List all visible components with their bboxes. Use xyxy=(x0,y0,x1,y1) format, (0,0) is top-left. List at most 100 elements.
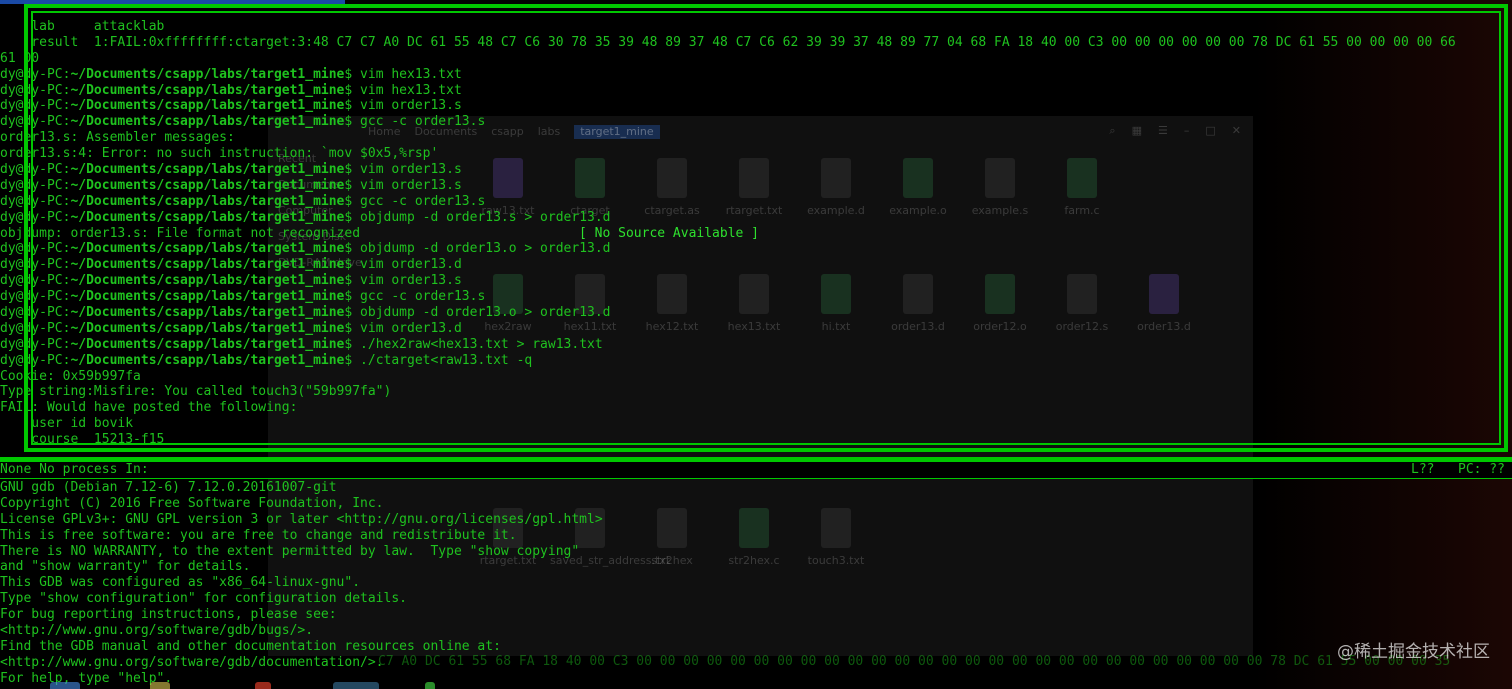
terminal-line: 61 00 xyxy=(0,50,40,66)
terminal-line: lab attacklab xyxy=(0,19,165,34)
gdb-output-line: Copyright (C) 2016 Free Software Foundat… xyxy=(0,495,384,511)
prompt-path: ~/Documents/csapp/labs/target1_mine xyxy=(70,336,345,352)
terminal-line: dy@dy-PC:~/Documents/csapp/labs/target1_… xyxy=(0,98,1512,114)
prompt-host: dy@dy-PC: xyxy=(0,193,71,209)
prompt-host: dy@dy-PC: xyxy=(0,98,71,114)
terminal-line: order13.s:4: Error: no such instruction:… xyxy=(0,146,439,162)
prompt-command: $ vim hex13.txt xyxy=(344,82,462,98)
taskbar-item[interactable] xyxy=(150,682,170,689)
terminal-line: dy@dy-PC:~/Documents/csapp/labs/target1_… xyxy=(0,114,1512,130)
prompt-host: dy@dy-PC: xyxy=(0,305,71,321)
terminal-line: dy@dy-PC:~/Documents/csapp/labs/target1_… xyxy=(0,241,1512,257)
terminal-line: dy@dy-PC:~/Documents/csapp/labs/target1_… xyxy=(0,178,1512,194)
prompt-path: ~/Documents/csapp/labs/target1_mine xyxy=(70,114,345,130)
terminal-line: dy@dy-PC:~/Documents/csapp/labs/target1_… xyxy=(0,305,1512,321)
terminal-line: dy@dy-PC:~/Documents/csapp/labs/target1_… xyxy=(0,321,1512,337)
terminal-line: FAIL: Would have posted the following: xyxy=(0,400,298,416)
terminal-line: user id bovik xyxy=(0,416,134,432)
prompt-path: ~/Documents/csapp/labs/target1_mine xyxy=(70,162,345,178)
prompt-host: dy@dy-PC: xyxy=(0,82,71,98)
taskbar-item[interactable] xyxy=(333,682,379,689)
status-pc: PC: ?? xyxy=(1458,462,1505,477)
prompt-host: dy@dy-PC: xyxy=(0,66,71,82)
prompt-host: dy@dy-PC: xyxy=(0,241,71,257)
prompt-host: dy@dy-PC: xyxy=(0,289,71,305)
terminal-line: dy@dy-PC:~/Documents/csapp/labs/target1_… xyxy=(0,194,1512,210)
gdb-output-line: License GPLv3+: GNU GPL version 3 or lat… xyxy=(0,511,603,527)
terminal-line: result 1:FAIL:0xffffffff:ctarget:3:48 C7… xyxy=(0,34,1456,50)
taskbar-item[interactable] xyxy=(425,682,435,689)
terminal-line: Type string:Misfire: You called touch3("… xyxy=(0,384,392,400)
terminal-line: dy@dy-PC:~/Documents/csapp/labs/target1_… xyxy=(0,337,1512,353)
prompt-host: dy@dy-PC: xyxy=(0,336,71,352)
prompt-command: $ vim order13.s xyxy=(344,162,462,178)
title-strip xyxy=(0,0,345,4)
prompt-command: $ ./ctarget<raw13.txt -q xyxy=(344,352,533,368)
prompt-path: ~/Documents/csapp/labs/target1_mine xyxy=(70,193,345,209)
terminal-line: order13.s: Assembler messages: xyxy=(0,130,235,146)
prompt-path: ~/Documents/csapp/labs/target1_mine xyxy=(70,257,345,273)
prompt-path: ~/Documents/csapp/labs/target1_mine xyxy=(70,209,345,225)
terminal-line: dy@dy-PC:~/Documents/csapp/labs/target1_… xyxy=(0,273,1512,289)
gdb-output-line: and "show warranty" for details. xyxy=(0,559,251,575)
gdb-output-line: GNU gdb (Debian 7.12-6) 7.12.0.20161007-… xyxy=(0,480,337,495)
prompt-host: dy@dy-PC: xyxy=(0,352,71,368)
prompt-command: $ vim hex13.txt xyxy=(344,66,462,82)
prompt-command: $ ./hex2raw<hex13.txt > raw13.txt xyxy=(344,336,603,352)
gdb-output-line: For bug reporting instructions, please s… xyxy=(0,607,337,623)
gdb-output-line: This is free software: you are free to c… xyxy=(0,527,517,543)
taskbar-item[interactable] xyxy=(255,682,271,689)
terminal-line: dy@dy-PC:~/Documents/csapp/labs/target1_… xyxy=(0,162,1512,178)
prompt-command: $ gcc -c order13.s xyxy=(344,193,486,209)
terminal-line: dy@dy-PC:~/Documents/csapp/labs/target1_… xyxy=(0,83,1512,99)
prompt-path: ~/Documents/csapp/labs/target1_mine xyxy=(70,98,345,114)
status-bar-text: None No process In: L?? PC: ?? xyxy=(0,462,1512,478)
prompt-command: $ vim order13.d xyxy=(344,257,462,273)
taskbar-item[interactable] xyxy=(50,682,80,689)
prompt-host: dy@dy-PC: xyxy=(0,114,71,130)
gdb-output-line: Type "show configuration" for configurat… xyxy=(0,591,407,607)
prompt-command: $ vim order13.d xyxy=(344,320,462,336)
terminal-line: dy@dy-PC:~/Documents/csapp/labs/target1_… xyxy=(0,353,1512,369)
gdb-output-line: There is NO WARRANTY, to the extent perm… xyxy=(0,543,580,559)
no-source-message: [ No Source Available ] xyxy=(579,226,760,241)
prompt-command: $ gcc -c order13.s xyxy=(344,114,486,130)
taskbar xyxy=(0,682,1512,689)
terminal-line: dy@dy-PC:~/Documents/csapp/labs/target1_… xyxy=(0,67,1512,83)
prompt-path: ~/Documents/csapp/labs/target1_mine xyxy=(70,66,345,82)
prompt-host: dy@dy-PC: xyxy=(0,162,71,178)
status-process: None No process In: xyxy=(0,462,149,477)
faded-hex-line: C7 A0 DC 61 55 68 FA 18 40 00 C3 00 00 0… xyxy=(378,654,1451,669)
prompt-path: ~/Documents/csapp/labs/target1_mine xyxy=(70,352,345,368)
prompt-command: $ vim order13.s xyxy=(344,177,462,193)
status-line-number: L?? xyxy=(1411,462,1435,477)
prompt-path: ~/Documents/csapp/labs/target1_mine xyxy=(70,320,345,336)
prompt-path: ~/Documents/csapp/labs/target1_mine xyxy=(70,241,345,257)
prompt-command: $ vim order13.s xyxy=(344,273,462,289)
prompt-command: $ objdump -d order13.o > order13.d xyxy=(344,305,611,321)
prompt-command: $ vim order13.s xyxy=(344,98,462,114)
prompt-command: $ objdump -d order13.s > order13.d xyxy=(344,209,611,225)
watermark: @稀土掘金技术社区 xyxy=(1337,642,1490,662)
prompt-command: $ objdump -d order13.o > order13.d xyxy=(344,241,611,257)
prompt-host: dy@dy-PC: xyxy=(0,177,71,193)
terminal-line: dy@dy-PC:~/Documents/csapp/labs/target1_… xyxy=(0,257,1512,273)
terminal-line: Cookie: 0x59b997fa xyxy=(0,368,141,384)
terminal-line: course 15213-f15 xyxy=(0,432,165,448)
gdb-output-line: This GDB was configured as "x86_64-linux… xyxy=(0,575,361,591)
gdb-output-line: <http://www.gnu.org/software/gdb/bugs/>. xyxy=(0,623,314,639)
terminal-line: dy@dy-PC:~/Documents/csapp/labs/target1_… xyxy=(0,289,1512,305)
prompt-host: dy@dy-PC: xyxy=(0,273,71,289)
gdb-output-line: Find the GDB manual and other documentat… xyxy=(0,638,501,654)
prompt-host: dy@dy-PC: xyxy=(0,257,71,273)
prompt-path: ~/Documents/csapp/labs/target1_mine xyxy=(70,305,345,321)
prompt-command: $ gcc -c order13.s xyxy=(344,289,486,305)
prompt-path: ~/Documents/csapp/labs/target1_mine xyxy=(70,273,345,289)
prompt-host: dy@dy-PC: xyxy=(0,320,71,336)
prompt-path: ~/Documents/csapp/labs/target1_mine xyxy=(70,289,345,305)
prompt-path: ~/Documents/csapp/labs/target1_mine xyxy=(70,82,345,98)
gdb-status-bar: None No process In: L?? PC: ?? xyxy=(0,457,1512,479)
prompt-host: dy@dy-PC: xyxy=(0,209,71,225)
terminal-line: dy@dy-PC:~/Documents/csapp/labs/target1_… xyxy=(0,210,1512,226)
prompt-path: ~/Documents/csapp/labs/target1_mine xyxy=(70,177,345,193)
